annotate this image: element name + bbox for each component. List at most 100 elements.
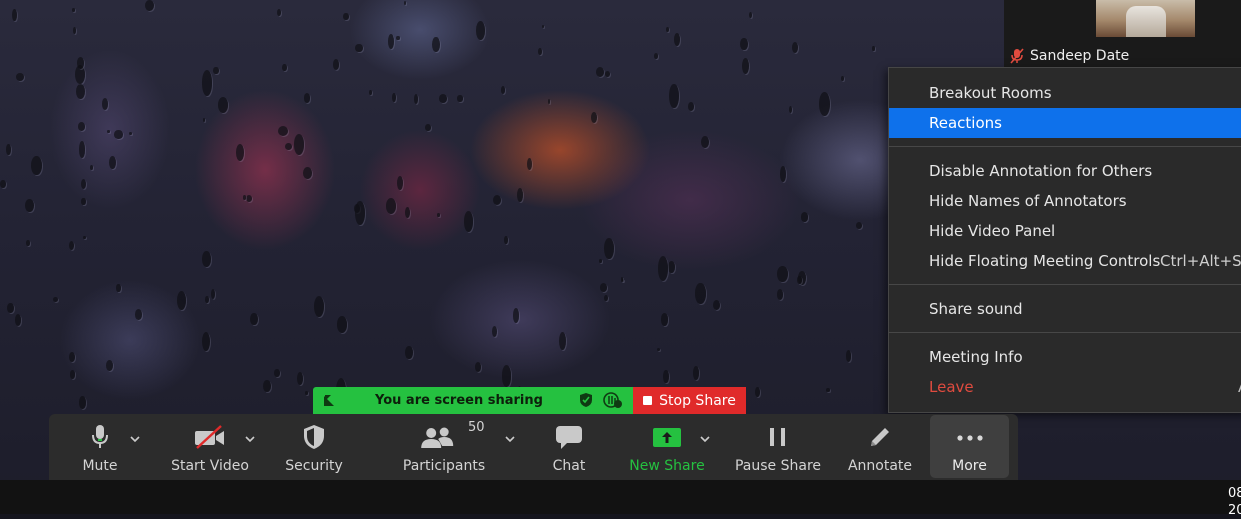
water-droplet [277, 125, 289, 137]
water-droplet [392, 93, 396, 103]
water-droplet [748, 11, 753, 19]
chevron-down-icon[interactable] [130, 428, 140, 443]
menu-item-share-sound[interactable]: Share sound [889, 294, 1241, 324]
water-droplet [89, 165, 93, 170]
stop-share-label: Stop Share [659, 392, 736, 409]
water-droplet [6, 143, 11, 156]
water-droplet [663, 369, 669, 384]
chevron-down-icon[interactable] [700, 428, 710, 443]
clock-date: 20 [1228, 503, 1241, 518]
mute-button[interactable]: Mute [71, 414, 129, 480]
water-droplet [687, 102, 694, 111]
water-droplet [135, 309, 143, 320]
water-droplet [25, 240, 30, 246]
water-droplet [101, 97, 109, 110]
water-droplet [262, 379, 271, 392]
water-droplet [666, 26, 670, 32]
water-droplet [604, 70, 610, 77]
water-droplet [405, 346, 413, 359]
water-droplet [114, 130, 123, 139]
new-share-button[interactable]: New Share [625, 414, 709, 480]
water-droplet [701, 136, 710, 149]
menu-item-hide-floating-controls[interactable]: Hide Floating Meeting Controls Ctrl+Alt+… [889, 246, 1241, 276]
water-droplet [282, 63, 287, 71]
water-droplet [177, 291, 187, 311]
menu-divider [889, 332, 1241, 333]
water-droplet [76, 56, 85, 69]
water-droplet [603, 294, 608, 302]
menu-item-disable-annotation[interactable]: Disable Annotation for Others [889, 156, 1241, 186]
pause-share-button[interactable]: Pause Share [733, 414, 823, 480]
chevron-down-icon[interactable] [245, 428, 255, 443]
water-droplet [78, 396, 86, 409]
water-droplet [818, 91, 830, 116]
new-share-label: New Share [629, 458, 705, 474]
water-droplet [599, 282, 608, 292]
water-droplet [537, 47, 542, 56]
water-droplet [516, 187, 524, 203]
participants-button[interactable]: 50 Participants [399, 414, 489, 480]
video-off-icon [194, 424, 226, 454]
water-droplet [69, 241, 74, 251]
water-droplet [246, 195, 253, 203]
water-droplet [105, 359, 113, 371]
water-droplet [755, 387, 760, 398]
water-droplet [424, 123, 432, 132]
water-droplet [501, 86, 506, 94]
water-droplet [7, 302, 14, 313]
stop-share-button[interactable]: Stop Share [633, 387, 746, 414]
menu-item-hide-annotator-names[interactable]: Hide Names of Annotators [889, 186, 1241, 216]
security-button[interactable]: Security [282, 414, 346, 480]
water-droplet [14, 314, 21, 326]
menu-item-breakout-rooms[interactable]: Breakout Rooms [889, 78, 1241, 108]
meeting-controls-toolbar: Mute Start Video Security 50 Participant… [49, 414, 1018, 480]
water-droplet [242, 195, 246, 200]
water-droplet [527, 158, 533, 170]
menu-item-hide-video-panel[interactable]: Hide Video Panel [889, 216, 1241, 246]
shield-icon [302, 424, 326, 454]
water-droplet [464, 210, 474, 232]
water-droplet [15, 73, 24, 82]
water-droplet [475, 21, 485, 40]
water-droplet [501, 365, 512, 387]
water-droplet [512, 308, 520, 323]
water-droplet [211, 288, 216, 300]
participants-count: 50 [468, 420, 485, 435]
water-droplet [354, 43, 363, 53]
water-droplet [72, 27, 76, 34]
screen-sharing-banner[interactable]: You are screen sharing [313, 387, 633, 414]
water-droplet [69, 351, 76, 363]
ellipsis-icon [955, 424, 985, 454]
water-droplet [80, 178, 86, 190]
water-droplet [83, 235, 86, 240]
security-label: Security [285, 458, 343, 474]
annotate-button[interactable]: Annotate [844, 414, 916, 480]
water-droplet [109, 156, 116, 170]
water-droplet [213, 66, 219, 74]
water-droplet [332, 59, 340, 71]
menu-item-leave[interactable]: Leave A [889, 372, 1241, 402]
water-droplet [204, 295, 209, 304]
water-droplet [297, 372, 304, 386]
water-droplet [396, 175, 403, 190]
water-droplet [599, 258, 602, 263]
water-droplet [277, 8, 281, 16]
remote-control-icon[interactable] [603, 392, 623, 408]
more-label: More [952, 458, 987, 474]
water-droplet [669, 83, 679, 108]
menu-item-meeting-info[interactable]: Meeting Info [889, 342, 1241, 372]
chat-button[interactable]: Chat [544, 414, 594, 480]
drag-handle-icon[interactable] [321, 393, 337, 409]
water-droplet [274, 369, 280, 377]
start-video-button[interactable]: Start Video [167, 414, 253, 480]
water-droplet [491, 325, 497, 337]
mic-muted-icon [1010, 48, 1024, 64]
water-droplet [504, 236, 508, 245]
water-droplet [369, 89, 373, 96]
menu-item-reactions[interactable]: Reactions [889, 108, 1241, 138]
water-droplet [740, 37, 748, 51]
more-button[interactable]: More [930, 414, 1009, 480]
chevron-down-icon[interactable] [505, 428, 515, 443]
water-droplet [558, 331, 566, 350]
water-droplet [70, 370, 76, 379]
